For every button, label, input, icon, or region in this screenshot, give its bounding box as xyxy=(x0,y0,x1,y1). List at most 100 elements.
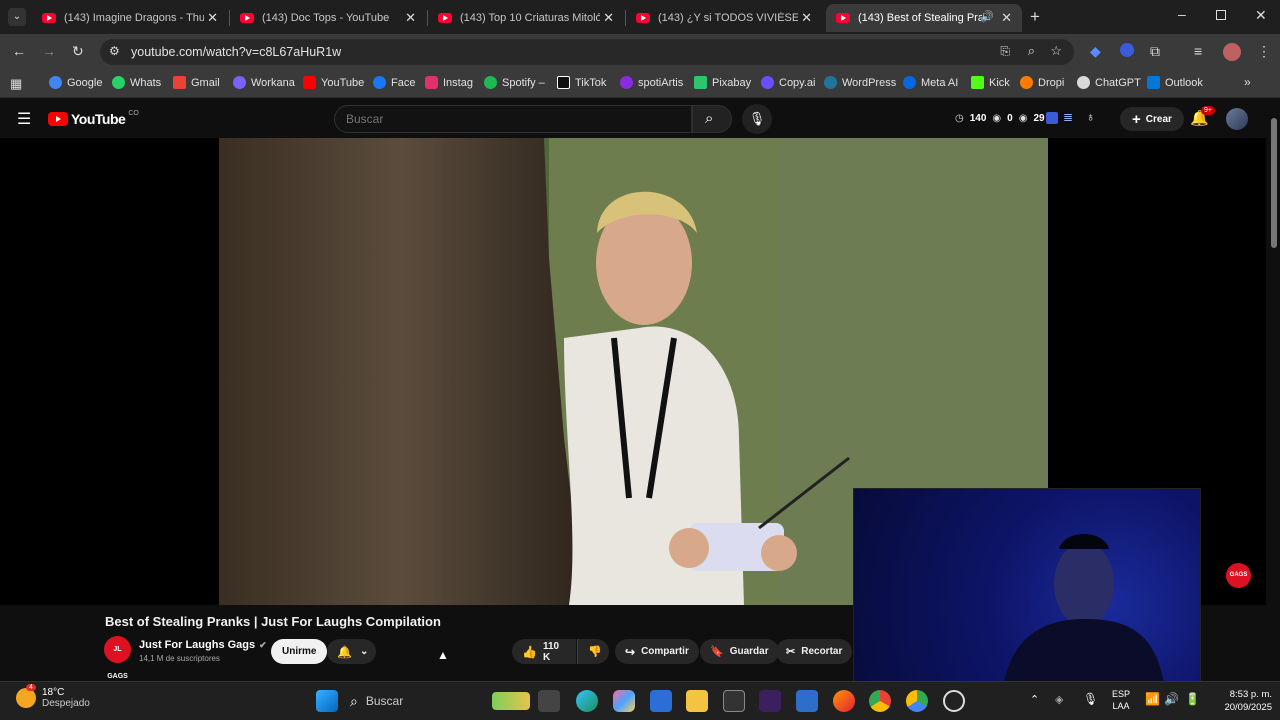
bookmark-youtube[interactable]: YouTube xyxy=(303,76,364,89)
close-tab-icon[interactable]: ✕ xyxy=(603,10,614,26)
tab-best-of-stealing-pranks[interactable]: (143) Best of Stealing Pranks 🔊 ✕ xyxy=(826,4,1022,32)
bookmark-wordpress[interactable]: WordPress xyxy=(824,76,896,89)
tray-app-icon[interactable]: ◈ xyxy=(1055,693,1063,706)
snipping-tool-icon[interactable] xyxy=(796,690,818,712)
bookmark-google[interactable]: Google xyxy=(49,76,102,89)
apps-grid-icon[interactable]: ▦ xyxy=(10,76,22,92)
extensions-puzzle-icon[interactable]: ⧉ xyxy=(1150,43,1160,60)
windows-start-icon[interactable] xyxy=(316,690,338,712)
subscribed-notifications-button[interactable]: 🔔 ⌄ xyxy=(327,639,376,664)
bookmark-outlook[interactable]: Outlook xyxy=(1147,76,1203,89)
install-app-icon[interactable]: ⎘ xyxy=(1000,44,1010,59)
app-cube-icon[interactable] xyxy=(723,690,745,712)
bookmark-meta-ai[interactable]: Meta AI xyxy=(903,76,958,89)
account-avatar[interactable] xyxy=(1226,108,1248,130)
extension-tag-icon[interactable]: ◆ xyxy=(1090,43,1101,60)
record-app-icon[interactable] xyxy=(943,690,965,712)
close-tab-icon[interactable]: ✕ xyxy=(1001,10,1012,26)
like-button[interactable]: 👍 110 K xyxy=(512,639,576,664)
back-icon[interactable]: ← xyxy=(12,43,26,59)
join-button[interactable]: Unirme xyxy=(271,639,328,664)
create-button[interactable]: + Crear xyxy=(1120,107,1184,131)
bookmark-copyai[interactable]: Copy.ai xyxy=(761,76,815,89)
language-indicator[interactable]: ESP LAA xyxy=(1112,688,1130,712)
tab-imagine-dragons[interactable]: (143) Imagine Dragons - Thund ✕ xyxy=(32,4,228,32)
minimize-window-icon[interactable]: – xyxy=(1178,6,1186,22)
bookmark-kick[interactable]: Kick xyxy=(971,76,1010,89)
share-button[interactable]: ↪ Compartir xyxy=(615,639,699,664)
forward-icon[interactable]: → xyxy=(42,43,56,59)
taskbar-search[interactable]: ⌕ Buscar xyxy=(350,688,530,714)
chevron-up-icon[interactable]: ⌃ xyxy=(1030,693,1039,706)
spotiartis-icon xyxy=(620,76,633,89)
profile-avatar[interactable] xyxy=(1223,43,1241,61)
extension-circle-icon[interactable] xyxy=(1120,43,1134,57)
chrome-icon[interactable] xyxy=(869,690,891,712)
ext-award-icon[interactable]: ♁ xyxy=(1086,110,1095,124)
bookmark-pixabay[interactable]: Pixabay xyxy=(694,76,751,89)
reading-list-icon[interactable]: ≡ xyxy=(1194,43,1202,59)
bookmark-gmail[interactable]: Gmail xyxy=(173,76,220,89)
dislike-button[interactable]: 👎 xyxy=(577,639,609,664)
file-explorer-icon[interactable] xyxy=(686,690,708,712)
copilot-icon[interactable] xyxy=(613,690,635,712)
extension-stats[interactable]: ◷ 140 ◉ 0 ◉ 29 xyxy=(955,113,1045,124)
save-button[interactable]: 🔖 Guardar xyxy=(700,639,779,664)
restore-window-icon[interactable] xyxy=(1216,10,1226,20)
more-bookmarks-icon[interactable]: » xyxy=(1244,75,1251,89)
channel-avatar[interactable]: JL GAGS xyxy=(104,636,131,680)
close-tab-icon[interactable]: ✕ xyxy=(207,10,218,26)
bookmark-instag[interactable]: Instag xyxy=(425,76,473,89)
microphone-icon[interactable]: 🎙 xyxy=(1083,692,1098,706)
new-tab-icon[interactable]: + xyxy=(1030,7,1040,27)
menu-hamburger-icon[interactable]: ☰ xyxy=(17,109,31,129)
close-window-icon[interactable]: ✕ xyxy=(1255,7,1267,24)
reload-icon[interactable]: ↻ xyxy=(72,43,84,60)
weather-widget[interactable]: 4 18°C Despejado xyxy=(16,684,90,709)
bookmark-workana[interactable]: Workana xyxy=(233,76,295,89)
bookmark-spotiartis[interactable]: spotiArtis xyxy=(620,76,683,89)
bookmark-spotify[interactable]: Spotify – xyxy=(484,76,545,89)
voice-search-button[interactable]: 🎙 xyxy=(742,104,772,134)
scrollbar-thumb[interactable] xyxy=(1271,118,1277,248)
edge-icon[interactable] xyxy=(576,690,598,712)
bookmark-tiktok[interactable]: TikTok xyxy=(557,76,606,89)
youtube-search-input[interactable] xyxy=(335,106,691,132)
volume-icon[interactable]: 🔊 xyxy=(1164,692,1179,706)
bookmark-dropi[interactable]: Dropi xyxy=(1020,76,1064,89)
task-view-icon[interactable] xyxy=(538,690,560,712)
wifi-icon[interactable]: 📶 xyxy=(1145,692,1160,706)
youtube-search-box[interactable] xyxy=(334,105,692,133)
address-bar[interactable]: ⚙ youtube.com/watch?v=c8L67aHuR1w ⎘ ⌕ ☆ xyxy=(100,39,1074,65)
chrome-active-icon[interactable] xyxy=(906,690,928,712)
ext-blue-icon[interactable] xyxy=(1046,112,1058,124)
notifications-button[interactable]: 🔔 9+ xyxy=(1190,106,1215,127)
battery-icon[interactable]: 🔋 xyxy=(1185,692,1200,706)
firefox-icon[interactable] xyxy=(833,690,855,712)
bookmark-face[interactable]: Face xyxy=(373,76,415,89)
page-scrollbar[interactable] xyxy=(1268,100,1280,681)
chrome-menu-icon[interactable]: ⋮ xyxy=(1257,43,1271,60)
youtube-search-button[interactable]: ⌕ xyxy=(692,105,732,133)
tab-criaturas[interactable]: (143) Top 10 Criaturas Mitológi ✕ xyxy=(428,4,624,32)
close-tab-icon[interactable]: ✕ xyxy=(801,10,812,26)
bookmark-chatgpt[interactable]: ChatGPT xyxy=(1077,76,1141,89)
store-icon[interactable] xyxy=(650,690,672,712)
youtube-logo[interactable]: YouTube CO xyxy=(48,110,139,127)
url-text[interactable]: youtube.com/watch?v=c8L67aHuR1w xyxy=(131,45,341,59)
site-info-icon[interactable]: ⚙ xyxy=(109,44,120,58)
app-purple-icon[interactable] xyxy=(759,690,781,712)
bookmark-star-icon[interactable]: ☆ xyxy=(1050,43,1062,59)
close-tab-icon[interactable]: ✕ xyxy=(405,10,416,26)
bookmark-whats[interactable]: Whats xyxy=(112,76,161,89)
ext-lines-icon[interactable]: ≣ xyxy=(1063,110,1073,124)
tab-doc-tops[interactable]: (143) Doc Tops - YouTube ✕ xyxy=(230,4,426,32)
chatgpt-icon xyxy=(1077,76,1090,89)
audio-playing-icon[interactable]: 🔊 xyxy=(980,10,994,23)
zoom-icon[interactable]: ⌕ xyxy=(1028,43,1035,59)
channel-name[interactable]: Just For Laughs Gags ✔ xyxy=(139,639,267,651)
tab-todos-viviesemos[interactable]: (143) ¿Y si TODOS VIVIÉSEMOS ✕ xyxy=(626,4,822,32)
clip-button[interactable]: ✂ Recortar xyxy=(776,639,853,664)
clock[interactable]: 8:53 p. m. 20/09/2025 xyxy=(1210,688,1272,714)
tab-search-icon[interactable]: ⌄ xyxy=(8,8,26,26)
